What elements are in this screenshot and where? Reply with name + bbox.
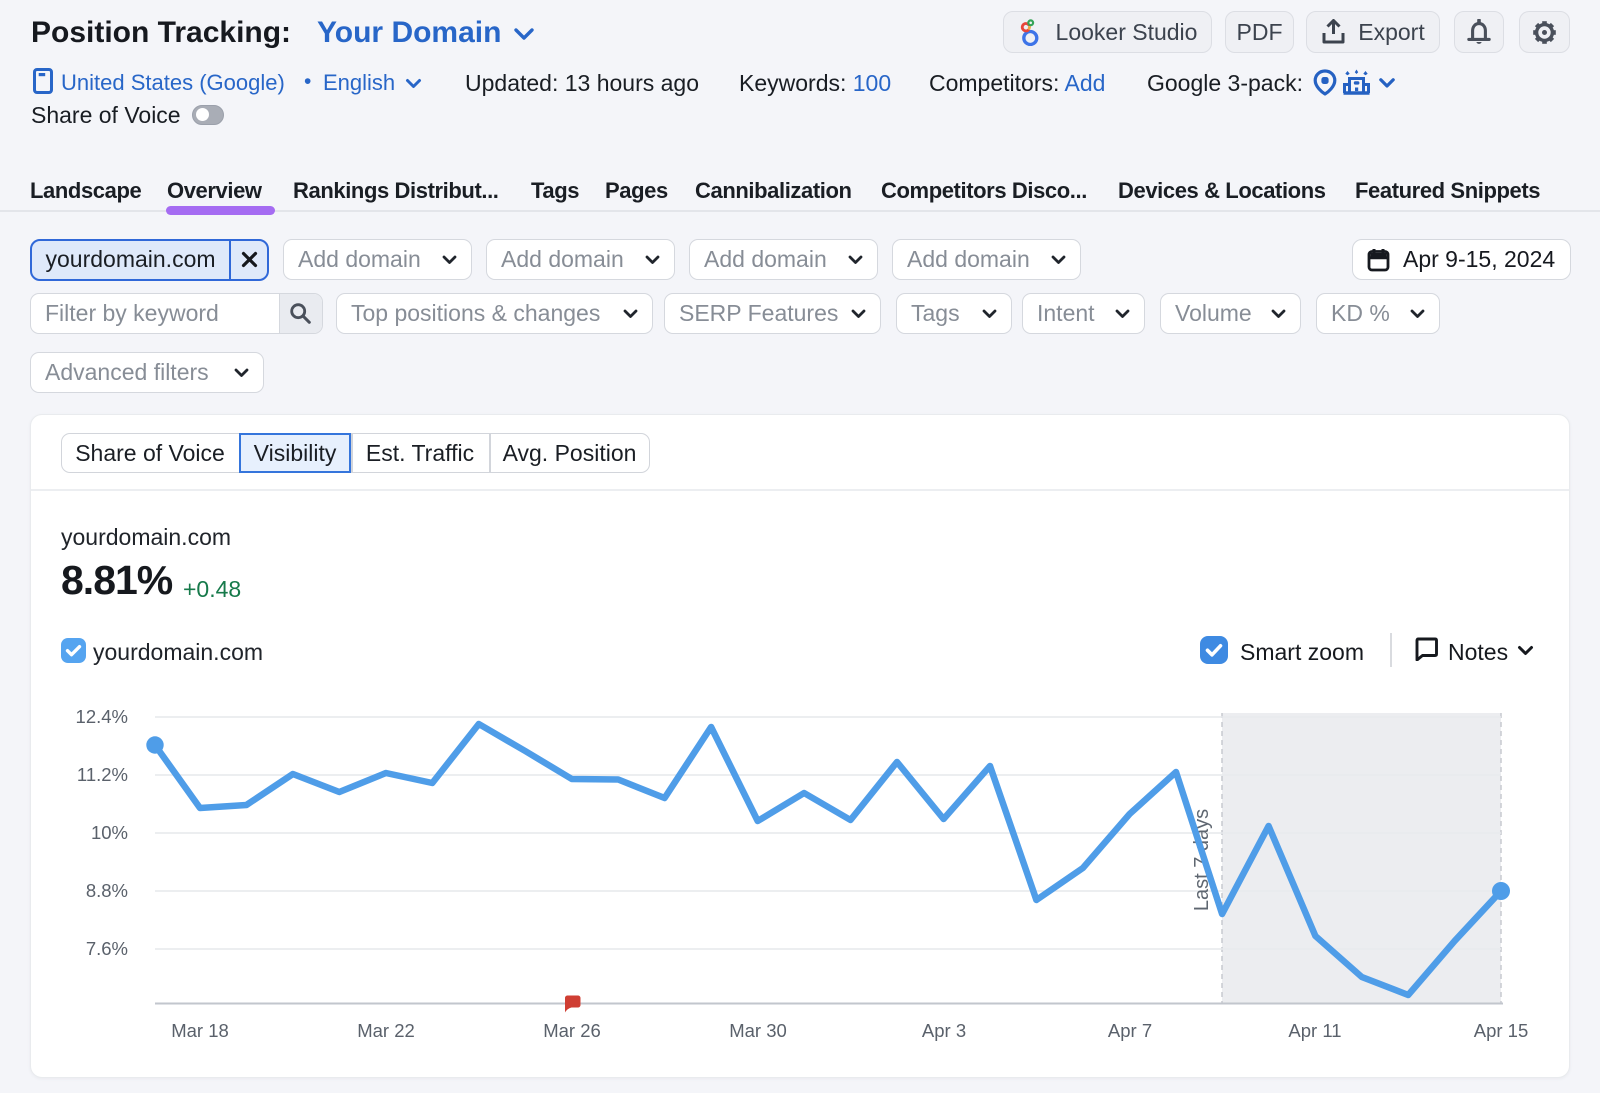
svg-text:Apr 11: Apr 11 (1288, 1020, 1341, 1041)
svg-text:12.4%: 12.4% (76, 706, 128, 727)
svg-text:Mar 22: Mar 22 (357, 1020, 415, 1041)
svg-text:Mar 26: Mar 26 (543, 1020, 601, 1041)
svg-text:8.8%: 8.8% (86, 880, 128, 901)
svg-text:7.6%: 7.6% (86, 938, 128, 959)
svg-text:Mar 18: Mar 18 (171, 1020, 229, 1041)
svg-text:11.2%: 11.2% (77, 764, 128, 785)
svg-text:Mar 30: Mar 30 (729, 1020, 787, 1041)
svg-text:Apr 15: Apr 15 (1474, 1020, 1529, 1041)
svg-text:Apr 7: Apr 7 (1108, 1020, 1152, 1041)
svg-text:Apr 3: Apr 3 (922, 1020, 966, 1041)
svg-text:10%: 10% (91, 822, 128, 843)
